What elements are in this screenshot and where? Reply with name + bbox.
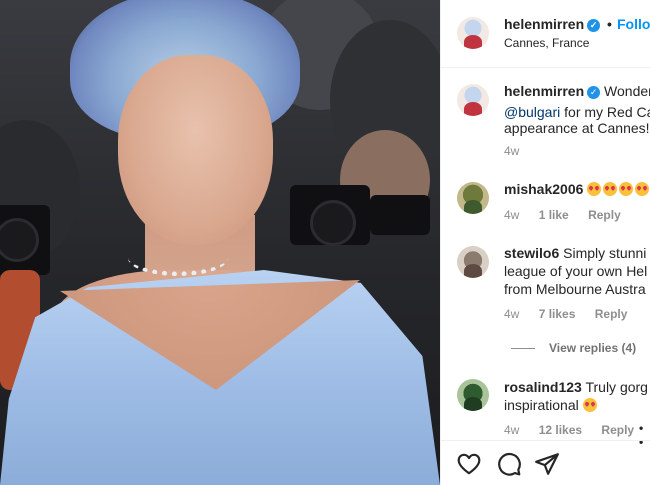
comment-username[interactable]: mishak2006 bbox=[504, 181, 583, 197]
post-side-panel: helenmirren✓ • Follow Cannes, France hel… bbox=[440, 0, 650, 485]
face bbox=[118, 55, 273, 245]
comment-text: Truly gorg bbox=[585, 379, 648, 395]
caption-username[interactable]: helenmirren bbox=[504, 83, 584, 99]
comment-username[interactable]: stewilo6 bbox=[504, 245, 559, 261]
comment-bubble-icon[interactable] bbox=[496, 451, 522, 477]
timestamp[interactable]: 4w bbox=[504, 208, 519, 222]
post-header: helenmirren✓ • Follow Cannes, France bbox=[441, 0, 650, 68]
avatar[interactable] bbox=[457, 182, 489, 214]
comment-line: inspirational bbox=[504, 395, 599, 416]
view-replies-line bbox=[511, 348, 535, 349]
reply-button[interactable]: Reply bbox=[595, 307, 628, 321]
username-text[interactable]: helenmirren bbox=[504, 16, 584, 32]
view-replies-button[interactable]: View replies (4) bbox=[549, 341, 636, 355]
camera-lens bbox=[310, 200, 356, 246]
comment-meta: 4w 12 likes Reply bbox=[504, 423, 650, 437]
avatar[interactable] bbox=[457, 379, 489, 411]
reply-button[interactable]: Reply bbox=[601, 423, 634, 437]
reply-button[interactable]: Reply bbox=[588, 208, 621, 222]
timestamp[interactable]: 4w bbox=[504, 423, 519, 437]
caption-text: Wonder bbox=[604, 83, 650, 99]
caption-line-3: appearance at Cannes! bbox=[504, 120, 650, 136]
post-photo[interactable] bbox=[0, 0, 440, 485]
follow-button[interactable]: Follow bbox=[617, 16, 650, 32]
comment-text: inspirational bbox=[504, 397, 579, 413]
location-label[interactable]: Cannes, France bbox=[504, 36, 589, 50]
heart-icon[interactable] bbox=[456, 451, 482, 477]
likes-count[interactable]: 12 likes bbox=[539, 423, 582, 437]
comment-text: Simply stunni bbox=[563, 245, 647, 261]
avatar[interactable] bbox=[457, 17, 489, 49]
likes-count[interactable]: 7 likes bbox=[539, 307, 576, 321]
caption-meta: 4w bbox=[504, 144, 535, 158]
paper-plane-icon[interactable] bbox=[534, 451, 560, 477]
diamond-necklace bbox=[128, 240, 228, 276]
heart-eyes-emoji-icon bbox=[582, 397, 599, 413]
comment-line: mishak2006 bbox=[504, 179, 650, 200]
action-bar bbox=[441, 440, 650, 485]
likes-count[interactable]: 1 like bbox=[539, 208, 569, 222]
avatar[interactable] bbox=[457, 246, 489, 278]
heart-eyes-emoji-icon bbox=[587, 181, 650, 197]
comment-meta: 4w 1 like Reply bbox=[504, 208, 637, 222]
comment-meta: 4w 7 likes Reply bbox=[504, 307, 643, 321]
timestamp[interactable]: 4w bbox=[504, 307, 519, 321]
avatar[interactable] bbox=[457, 84, 489, 116]
verified-badge-icon: ✓ bbox=[587, 86, 601, 99]
separator-dot: • bbox=[607, 16, 612, 32]
timestamp[interactable]: 4w bbox=[504, 144, 519, 158]
comment-username[interactable]: rosalind123 bbox=[504, 379, 582, 395]
caption-line-1: helenmirren ✓ Wonder bbox=[504, 81, 650, 102]
photographer-camera bbox=[370, 195, 430, 235]
comment-line: from Melbourne Austra bbox=[504, 281, 646, 297]
verified-badge-icon: ✓ bbox=[587, 19, 601, 32]
header-username[interactable]: helenmirren ✓ bbox=[504, 16, 601, 32]
